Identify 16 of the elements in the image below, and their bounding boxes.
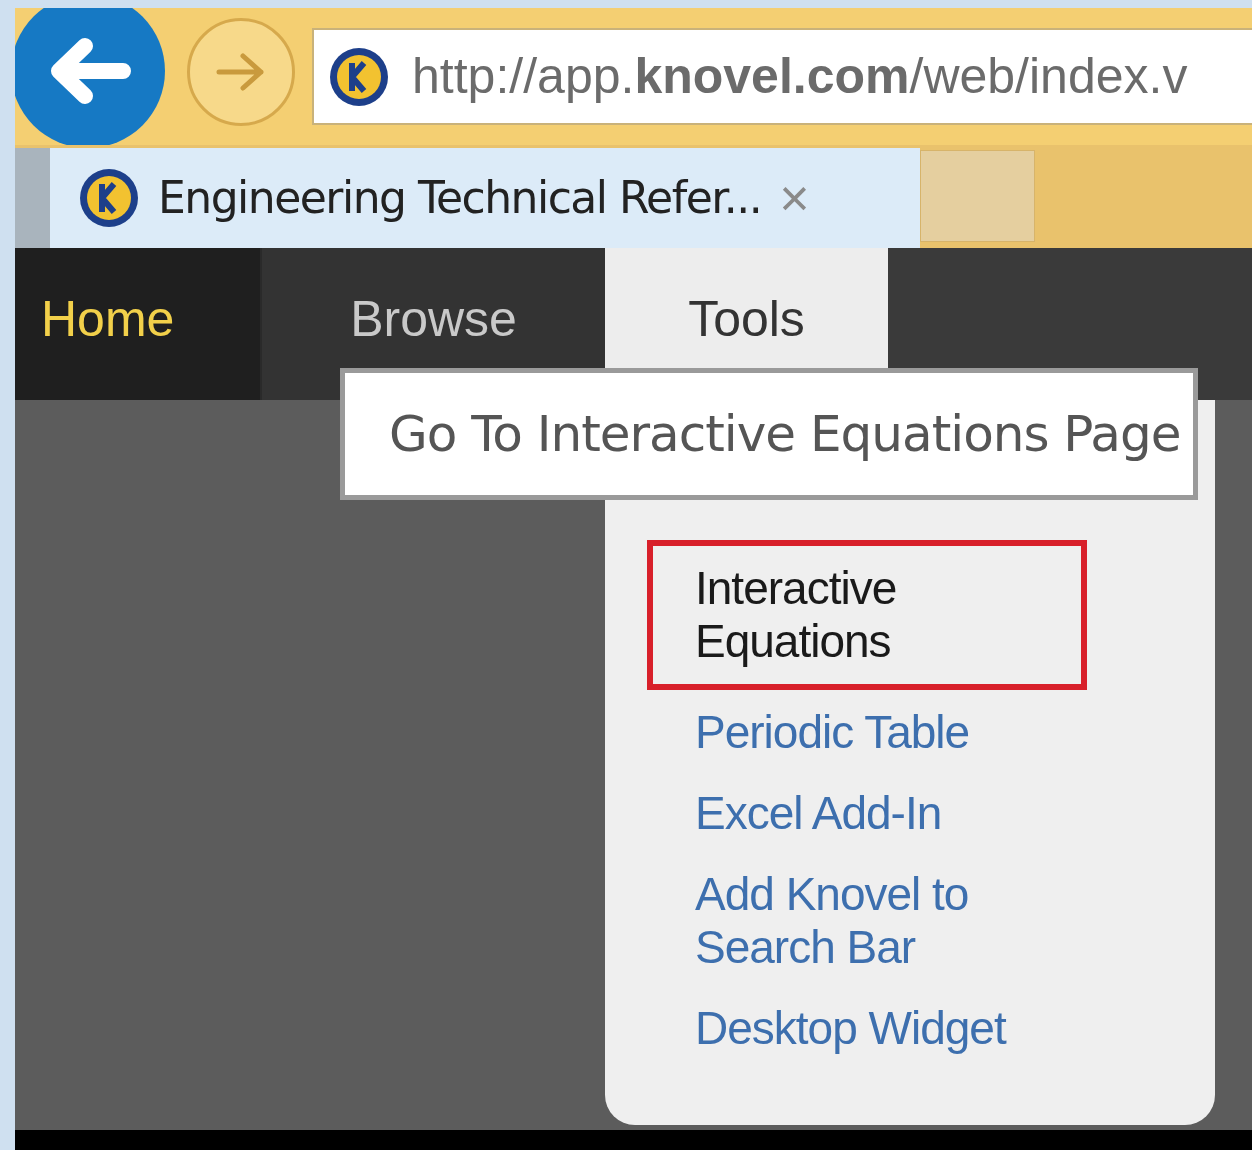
url-text: http://app.knovel.com/web/index.v (412, 47, 1188, 106)
site-logo-icon (78, 167, 140, 229)
menu-link[interactable]: Add Knovel to Search Bar (647, 854, 1087, 988)
browser-tab[interactable]: Engineering Technical Refer... × (50, 148, 920, 248)
new-tab-button[interactable] (920, 150, 1035, 242)
tooltip: Go To Interactive Equations Page (340, 368, 1198, 500)
tab-title: Engineering Technical Refer... (158, 171, 762, 225)
address-field[interactable]: http://app.knovel.com/web/index.v (312, 28, 1252, 125)
close-tab-button[interactable]: × (779, 172, 810, 224)
menu-link[interactable]: Excel Add-In (647, 773, 1087, 854)
menu-link[interactable]: Desktop Widget (647, 988, 1087, 1069)
back-button[interactable] (15, 8, 165, 145)
menu-link[interactable]: Interactive Equations (647, 540, 1087, 690)
menu-link[interactable]: Periodic Table (647, 692, 1087, 773)
site-logo-icon (328, 45, 390, 108)
nav-tab[interactable]: Home (15, 248, 260, 400)
